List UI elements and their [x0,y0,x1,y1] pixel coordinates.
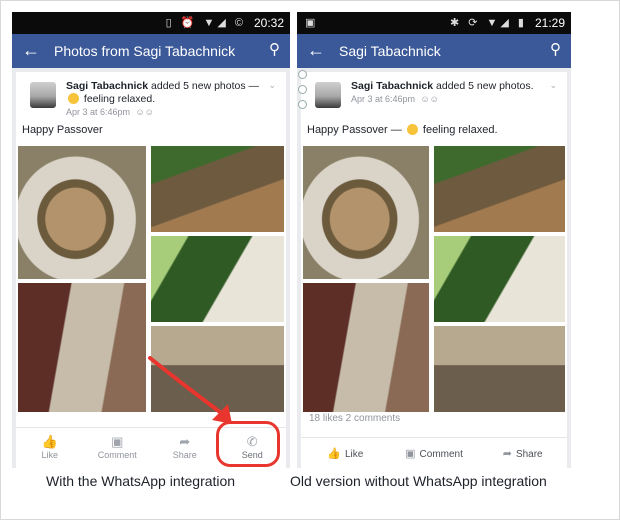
caption-without-whatsapp: Old version without WhatsApp integration [290,473,547,489]
red-arrow-annotation [148,356,232,424]
caption-with-whatsapp: With the WhatsApp integration [46,473,236,489]
